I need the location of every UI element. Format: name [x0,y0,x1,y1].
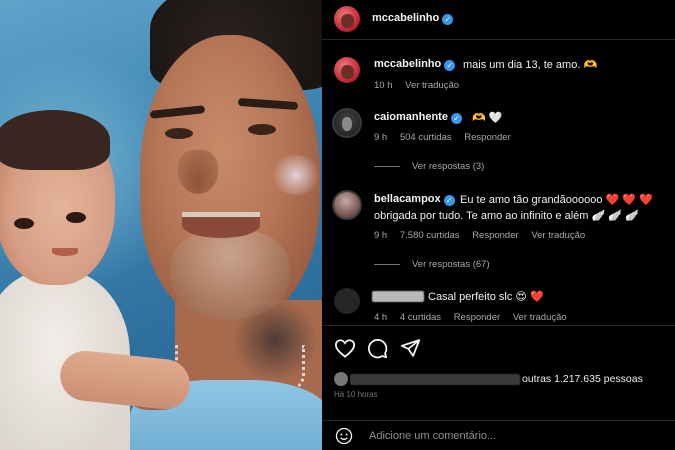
comment-icon[interactable] [367,338,388,359]
caption-avatar[interactable] [334,57,360,83]
comment-input[interactable]: Adicione um comentário... [369,430,496,442]
comment-likes[interactable]: 504 curtidas [400,132,452,143]
view-replies-button[interactable]: Ver respostas (67) [412,259,490,270]
comment-text: 🫶 🤍 [472,112,503,124]
caption-translate-link[interactable]: Ver tradução [405,80,459,91]
comment-time: 4 h [374,312,388,323]
caption-username[interactable]: mccabelinho ✓ [374,58,456,71]
hidden-username [372,291,424,302]
comment-time: 9 h [374,230,388,241]
share-icon[interactable] [400,338,421,358]
caption-time: 10 h [374,80,393,91]
translate-link[interactable]: Ver tradução [513,312,567,323]
baby-right-eye [66,212,86,223]
comment-username[interactable]: bellacampox ✓ [374,193,455,206]
post-details-panel: mccabelinho ✓ mccabelinho ✓ mais um dia 13… [322,0,675,450]
man-nose [178,150,218,194]
baby-mouth [52,248,78,256]
comment-text: Casal perfeito slc 😍 ❤️ [428,291,544,303]
replies-divider [374,166,400,167]
comment-meta: 9 h 504 curtidas Responder [374,132,521,143]
baby-hair [0,110,110,170]
comment-text-line2: obrigada por tudo. Te amo ao infinito e … [374,210,639,222]
hidden-likers [350,374,520,385]
translate-link[interactable]: Ver tradução [531,230,585,241]
comment-meta: 4 h 4 curtidas Responder Ver tradução [374,312,577,323]
reply-button[interactable]: Responder [454,312,500,323]
comment-likes[interactable]: 7.580 curtidas [400,230,460,241]
cheek-highlight [272,155,320,195]
man-left-eye [165,128,193,139]
view-replies-button[interactable]: Ver respostas (3) [412,161,484,172]
post-date: Há 10 horas [334,390,378,399]
verified-icon: ✓ [442,14,454,25]
heart-icon[interactable] [334,338,356,358]
liker-avatar[interactable] [334,372,348,386]
comment-meta: 9 h 7.580 curtidas Responder Ver traduçã… [374,230,595,241]
likes-count[interactable]: outras 1.217.635 pessoas [522,373,643,385]
emoji-icon[interactable] [335,427,353,445]
author-username[interactable]: mccabelinho ✓ [372,12,454,25]
man-smile [182,212,260,238]
comment-avatar[interactable] [332,190,362,220]
comment-avatar[interactable] [334,288,360,314]
comment-avatar[interactable] [332,108,362,138]
verified-icon: ✓ [444,60,456,71]
comment-username[interactable]: caiomanhente ✓ [374,111,462,124]
caption-meta: 10 h Ver tradução [374,80,469,91]
post-header: mccabelinho ✓ [322,0,675,40]
comment-bar: Adicione um comentário... [322,420,675,450]
caption-text: mais um dia 13, te amo. 🫶 [463,59,598,71]
reply-button[interactable]: Responder [464,132,510,143]
baby-left-eye [14,218,34,229]
man-right-eye [248,124,276,135]
comment-time: 9 h [374,132,388,143]
verified-icon: ✓ [450,113,462,124]
post-photo[interactable] [0,0,322,450]
reply-button[interactable]: Responder [472,230,518,241]
verified-icon: ✓ [443,195,455,206]
author-avatar[interactable] [334,6,360,32]
replies-divider [374,264,400,265]
man-beard [170,230,290,320]
comment-likes[interactable]: 4 curtidas [400,312,441,323]
comment-text-line1: Eu te amo tão grandãoooooo ❤️ ❤️ ❤️ [460,194,653,206]
